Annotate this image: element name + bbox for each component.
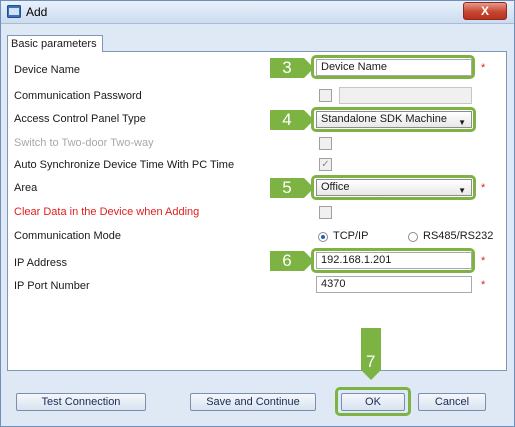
- required-mark: *: [481, 279, 486, 291]
- cancel-button[interactable]: Cancel: [418, 393, 486, 411]
- test-connection-button[interactable]: Test Connection: [16, 393, 146, 411]
- step-7-badge: 7: [361, 328, 381, 380]
- step-6-badge: 6: [270, 251, 314, 271]
- device-name-input[interactable]: Device Name: [316, 59, 472, 76]
- close-button[interactable]: X: [463, 2, 507, 20]
- title-bar[interactable]: Add X: [1, 1, 514, 24]
- required-mark: *: [481, 255, 486, 267]
- step-4-badge: 4: [270, 110, 314, 130]
- ip-address-input[interactable]: 192.168.1.201: [316, 252, 472, 269]
- ip-port-input[interactable]: 4370: [316, 276, 472, 293]
- rs485-radio[interactable]: [408, 232, 418, 242]
- step-5-badge: 5: [270, 178, 314, 198]
- comm-password-input[interactable]: [339, 87, 472, 104]
- window-title: Add: [26, 5, 48, 19]
- comm-mode-label: Communication Mode: [14, 230, 121, 242]
- two-door-checkbox[interactable]: [319, 137, 332, 150]
- tab-basic-parameters[interactable]: Basic parameters: [7, 35, 103, 52]
- panel-type-select[interactable]: Standalone SDK Machine ▼: [316, 111, 472, 128]
- chevron-down-icon: ▼: [458, 186, 466, 195]
- ip-address-label: IP Address: [14, 257, 67, 269]
- comm-password-label: Communication Password: [14, 90, 142, 102]
- clear-data-checkbox[interactable]: [319, 206, 332, 219]
- clear-data-label: Clear Data in the Device when Adding: [14, 206, 200, 218]
- ok-button[interactable]: OK: [341, 393, 405, 411]
- area-label: Area: [14, 182, 38, 194]
- app-icon: [7, 5, 21, 18]
- rs485-radio-label: RS485/RS232: [423, 230, 494, 242]
- area-select[interactable]: Office ▼: [316, 179, 472, 196]
- device-name-label: Device Name: [14, 64, 81, 76]
- auto-sync-label: Auto Synchronize Device Time With PC Tim…: [14, 159, 235, 171]
- tcpip-radio[interactable]: [318, 232, 328, 242]
- step-3-badge: 3: [270, 58, 314, 78]
- panel-type-value: Standalone SDK Machine: [321, 113, 447, 125]
- chevron-down-icon: ▼: [458, 118, 466, 127]
- required-mark: *: [481, 182, 486, 194]
- ip-port-label: IP Port Number: [14, 280, 90, 292]
- area-value: Office: [321, 181, 350, 193]
- comm-password-checkbox[interactable]: [319, 89, 332, 102]
- two-door-label: Switch to Two-door Two-way: [14, 137, 154, 149]
- panel-type-label: Access Control Panel Type: [14, 113, 146, 125]
- required-mark: *: [481, 62, 486, 74]
- tcpip-radio-label: TCP/IP: [333, 230, 369, 242]
- save-and-continue-button[interactable]: Save and Continue: [190, 393, 316, 411]
- checkmark-icon: ✓: [321, 159, 330, 170]
- auto-sync-checkbox[interactable]: ✓: [319, 158, 332, 171]
